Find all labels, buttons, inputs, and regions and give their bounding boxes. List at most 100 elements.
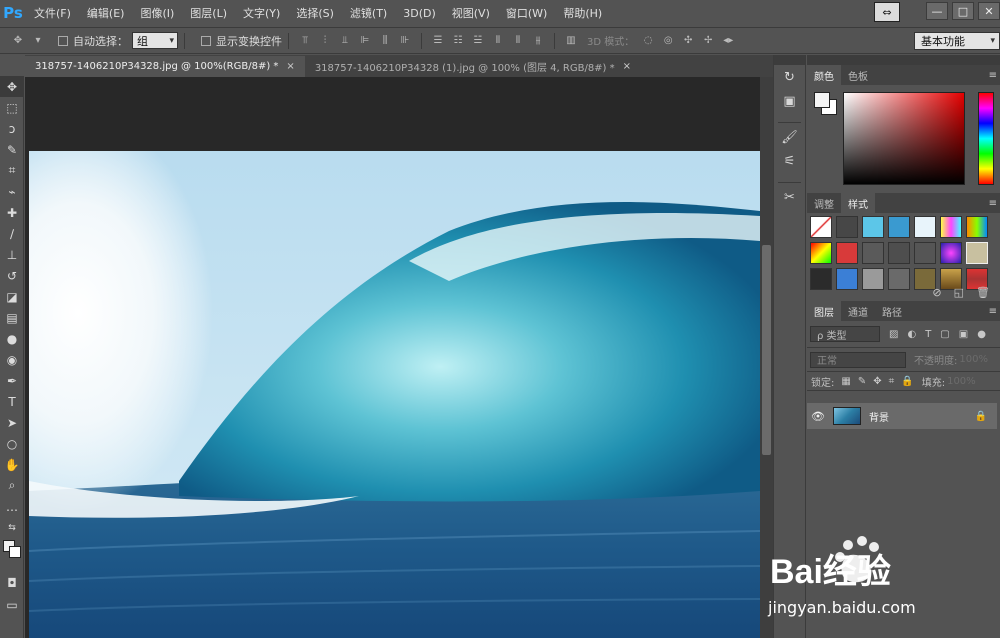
close-button[interactable]: ✕ <box>978 2 1000 20</box>
clone-stamp-tool-icon[interactable]: ⊥ <box>0 244 24 265</box>
tab-document-1[interactable]: 318757-1406210P34328.jpg @ 100%(RGB/8#) … <box>25 56 305 77</box>
minimize-button[interactable]: — <box>926 2 948 20</box>
align-right-icon[interactable]: ⊪ <box>399 35 411 47</box>
tab-color[interactable]: 颜色 <box>807 65 841 85</box>
menu-layer[interactable]: 图层(L) <box>182 5 235 21</box>
menu-filter[interactable]: 滤镜(T) <box>342 5 395 21</box>
tools-presets-icon[interactable]: ✂ <box>774 185 805 209</box>
panel-menu-icon[interactable]: ≡ <box>989 65 997 85</box>
tab-styles[interactable]: 样式 <box>841 193 875 213</box>
menu-view[interactable]: 视图(V) <box>444 5 498 21</box>
arrange-documents-button[interactable]: ⇔ <box>874 2 900 22</box>
style-swatch[interactable] <box>888 268 910 290</box>
dodge-tool-icon[interactable]: ◉ <box>0 349 24 370</box>
auto-select-dropdown[interactable]: 组 <box>132 32 178 49</box>
distribute-hcenter-icon[interactable]: ⫴ <box>512 35 524 47</box>
layer-filter-dropdown[interactable]: ρ 类型 <box>810 326 880 342</box>
shape-tool-icon[interactable]: ○ <box>0 433 24 454</box>
scrollbar-thumb[interactable] <box>762 245 771 455</box>
marquee-tool-icon[interactable]: ⬚ <box>0 97 24 118</box>
distribute-bottom-icon[interactable]: ☱ <box>472 35 484 47</box>
history-panel-icon[interactable]: ↻ <box>774 65 805 89</box>
tab-swatches[interactable]: 色板 <box>841 65 875 85</box>
foreground-color-swatch[interactable] <box>814 92 830 108</box>
menu-help[interactable]: 帮助(H) <box>555 5 610 21</box>
chevron-down-icon[interactable]: ▾ <box>32 35 44 47</box>
canvas-area[interactable] <box>25 77 760 638</box>
gradient-tool-icon[interactable]: ▤ <box>0 307 24 328</box>
filter-type-icon[interactable]: T <box>925 329 931 340</box>
blend-mode-dropdown[interactable]: 正常 <box>810 351 906 368</box>
tab-layers[interactable]: 图层 <box>807 301 841 321</box>
move-tool-icon[interactable]: ✥ <box>0 76 24 97</box>
distribute-left-icon[interactable]: ⦀ <box>492 35 504 47</box>
filter-adjustment-icon[interactable]: ◐ <box>907 329 916 340</box>
style-swatch[interactable] <box>836 268 858 290</box>
3d-scale-icon[interactable]: ◂▸ <box>722 35 734 47</box>
brush-panel-icon[interactable]: 🖌 <box>774 125 805 149</box>
eraser-tool-icon[interactable]: ◪ <box>0 286 24 307</box>
style-swatch[interactable] <box>836 216 858 238</box>
filter-smart-object-icon[interactable]: ▣ <box>959 329 968 340</box>
close-icon[interactable]: × <box>623 61 631 72</box>
style-swatch[interactable] <box>888 242 910 264</box>
3d-roll-icon[interactable]: ◎ <box>662 35 674 47</box>
workspace-dropdown[interactable]: 基本功能 <box>914 32 1000 50</box>
layer-row-background[interactable]: 👁 背景 🔒 <box>807 403 997 429</box>
filter-shape-icon[interactable]: ▢ <box>940 329 949 340</box>
swap-colors-icon[interactable]: ⇆ <box>0 517 24 538</box>
close-icon[interactable]: × <box>286 61 294 72</box>
menu-window[interactable]: 窗口(W) <box>498 5 555 21</box>
menu-edit[interactable]: 编辑(E) <box>79 5 133 21</box>
lock-all-icon[interactable]: 🔒 <box>901 376 913 387</box>
color-picker-field[interactable] <box>843 92 965 185</box>
lock-pixels-icon[interactable]: ✎ <box>858 376 866 387</box>
style-swatch[interactable] <box>940 216 962 238</box>
3d-pan-icon[interactable]: ✣ <box>682 35 694 47</box>
panel-menu-icon[interactable]: ≡ <box>989 301 997 321</box>
clear-style-icon[interactable]: ⊘ <box>932 286 941 299</box>
delete-style-icon[interactable]: 🗑 <box>976 286 990 299</box>
panel-collapse-bar[interactable] <box>807 55 1000 65</box>
style-swatch[interactable] <box>914 242 936 264</box>
menu-file[interactable]: 文件(F) <box>26 5 79 21</box>
history-brush-tool-icon[interactable]: ↺ <box>0 265 24 286</box>
screen-mode-icon[interactable]: ▭ <box>0 594 24 615</box>
style-swatch[interactable] <box>888 216 910 238</box>
opacity-value[interactable]: 100% <box>959 354 988 365</box>
3d-orbit-icon[interactable]: ◌ <box>642 35 654 47</box>
layer-name[interactable]: 背景 <box>869 409 889 424</box>
align-top-icon[interactable]: ⫪ <box>299 35 311 47</box>
brush-tool-icon[interactable]: ∕ <box>0 223 24 244</box>
style-swatch[interactable] <box>914 216 936 238</box>
type-tool-icon[interactable]: T <box>0 391 24 412</box>
brush-presets-icon[interactable]: ⚟ <box>774 149 805 173</box>
zoom-tool-icon[interactable]: ⌕ <box>0 475 24 496</box>
auto-align-icon[interactable]: ▥ <box>565 35 577 47</box>
filter-toggle-icon[interactable]: ● <box>977 329 986 340</box>
align-vcenter-icon[interactable]: ⫶ <box>319 35 331 47</box>
properties-panel-icon[interactable]: ▣ <box>774 89 805 113</box>
tab-adjustments[interactable]: 调整 <box>807 193 841 213</box>
style-swatch[interactable] <box>810 242 832 264</box>
quick-select-tool-icon[interactable]: ✎ <box>0 139 24 160</box>
more-tools-icon[interactable]: … <box>0 496 24 517</box>
path-select-tool-icon[interactable]: ➤ <box>0 412 24 433</box>
style-swatch[interactable] <box>862 268 884 290</box>
tab-document-2[interactable]: 318757-1406210P34328 (1).jpg @ 100% (图层 … <box>304 56 642 77</box>
style-swatch[interactable] <box>862 216 884 238</box>
style-swatch[interactable] <box>836 242 858 264</box>
move-tool-icon[interactable]: ✥ <box>12 35 24 47</box>
pen-tool-icon[interactable]: ✒ <box>0 370 24 391</box>
distribute-top-icon[interactable]: ☰ <box>432 35 444 47</box>
style-swatch[interactable] <box>810 268 832 290</box>
visibility-eye-icon[interactable]: 👁 <box>807 410 829 423</box>
lock-artboard-icon[interactable]: ⌗ <box>889 376 895 387</box>
lock-transparent-icon[interactable]: ▦ <box>841 376 850 387</box>
quick-mask-icon[interactable]: ◘ <box>0 572 24 593</box>
menu-select[interactable]: 选择(S) <box>288 5 342 21</box>
3d-slide-icon[interactable]: ✢ <box>702 35 714 47</box>
style-swatch[interactable] <box>940 242 962 264</box>
style-swatch[interactable] <box>966 242 988 264</box>
eyedropper-tool-icon[interactable]: ⌁ <box>0 181 24 202</box>
